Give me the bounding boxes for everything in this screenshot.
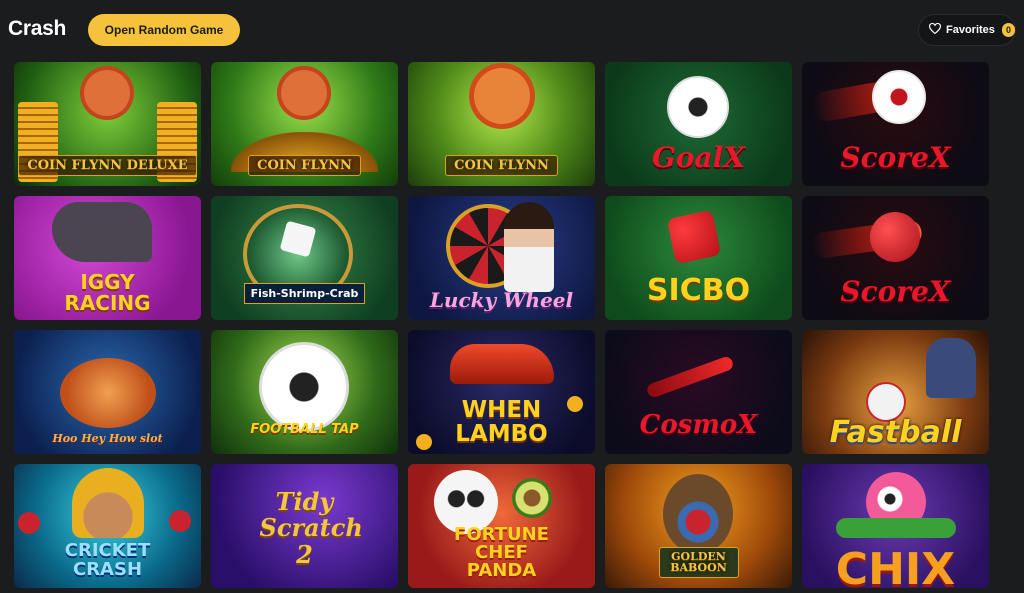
host-art [504,202,554,292]
cricketer-art [72,468,144,538]
soccer-ball-icon [872,70,926,124]
coin-icon [416,434,432,450]
soccer-ball-icon [667,76,729,138]
game-tile-goalx[interactable]: GoalX [605,62,792,186]
avocado-art [512,478,552,518]
game-tile-coin-flynn-deluxe[interactable]: COIN FLYNN DELUXE [14,62,201,186]
open-random-game-button[interactable]: Open Random Game [88,14,240,46]
soccer-ball-icon [259,342,349,432]
game-title: FOOTBALL TAP [250,422,359,437]
wreath-art [836,518,956,538]
game-tile-iggy-racing[interactable]: IGGY RACING [14,196,201,320]
top-bar: Crash Open Random Game Favorites 0 [0,0,1024,60]
character-art [281,70,327,116]
dice-icon [666,209,722,265]
game-title: COIN FLYNN [445,155,558,176]
game-title: FORTUNE CHEF PANDA [454,524,549,581]
game-title: ScoreX [840,141,951,174]
game-title: GoalX [651,141,746,174]
game-tile-tidy-scratch-2[interactable]: Tidy Scratch 2 [211,464,398,588]
cricket-ball-icon [870,212,920,262]
game-title: COIN FLYNN [248,155,361,176]
cricket-ball-icon [169,510,191,532]
heart-icon [928,22,942,37]
game-tile-sicbo[interactable]: SICBO [605,196,792,320]
game-title: ScoreX [840,275,951,308]
game-title: Fastball [829,415,962,450]
game-title: Lucky Wheel [429,288,574,312]
favorites-label: Favorites [946,24,995,36]
game-title: CHIX [835,544,956,589]
game-tile-fortune-chef-panda[interactable]: FORTUNE CHEF PANDA [408,464,595,588]
rocket-art [645,355,735,399]
game-tile-when-lambo[interactable]: WHEN LAMBO [408,330,595,454]
crab-art [60,358,156,428]
game-title: CRICKET CRASH [64,540,151,581]
page-title: Crash [8,17,67,40]
baboon-art [663,474,733,554]
game-title: Tidy Scratch 2 [259,486,363,569]
game-tile-fastball[interactable]: Fastball [802,330,989,454]
game-title: Fish-Shrimp-Crab [243,283,366,304]
game-title: Hoo Hey How slot [52,432,163,445]
game-title: IGGY RACING [64,270,151,315]
game-tile-cosmox[interactable]: CosmoX [605,330,792,454]
game-title: CosmoX [639,410,758,440]
character-art [84,70,130,116]
favorites-button[interactable]: Favorites 0 [918,14,1016,46]
game-tile-chix[interactable]: CHIX [802,464,989,588]
favorites-count-badge: 0 [1001,23,1015,37]
catcher-art [926,338,976,398]
greyhound-art [52,202,152,262]
game-tile-football-tap[interactable]: FOOTBALL TAP [211,330,398,454]
game-tile-coin-flynn[interactable]: COIN FLYNN [211,62,398,186]
game-title: GOLDEN BABOON [658,546,739,578]
game-tile-golden-baboon[interactable]: GOLDEN BABOON [605,464,792,588]
game-tile-hoo-hey-how-slot[interactable]: Hoo Hey How slot [14,330,201,454]
game-title: COIN FLYNN DELUXE [18,155,197,176]
game-tile-scorex-cricket[interactable]: ScoreX [802,196,989,320]
game-tile-scorex[interactable]: ScoreX [802,62,989,186]
game-tile-fish-shrimp-crab[interactable]: Fish-Shrimp-Crab [211,196,398,320]
game-tile-cricket-crash[interactable]: CRICKET CRASH [14,464,201,588]
character-art [474,68,530,124]
coin-icon [567,396,583,412]
game-title: WHEN LAMBO [455,396,548,447]
cricket-ball-icon [18,512,40,534]
game-title: SICBO [646,273,751,308]
game-tile-coin-flynn-2[interactable]: COIN FLYNN [408,62,595,186]
game-grid: COIN FLYNN DELUXE COIN FLYNN COIN FLYNN … [14,62,989,588]
car-art [450,344,554,384]
game-tile-lucky-wheel[interactable]: Lucky Wheel [408,196,595,320]
